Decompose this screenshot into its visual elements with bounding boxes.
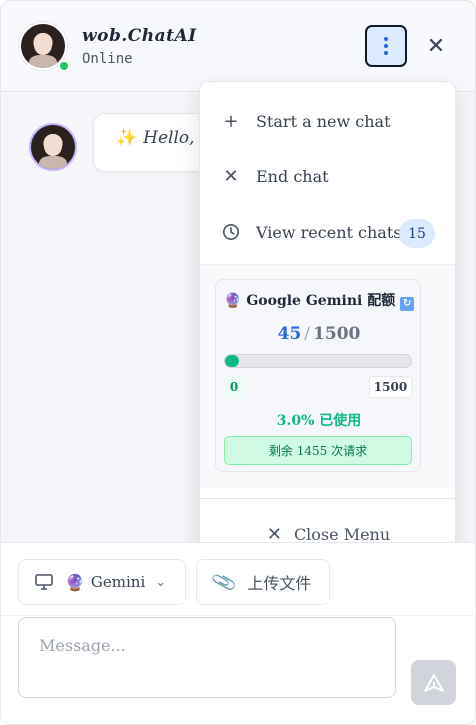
recent-chats-count-badge: 15 (399, 219, 435, 248)
model-selector-label: Gemini (90, 573, 146, 591)
quota-percent-used: 3.0% 已使用 (276, 413, 362, 429)
toolbar-divider (1, 615, 475, 616)
quota-section: 🔮 Google Gemini 配额 ↻ 45/1500 0 1500 3.0%… (200, 264, 455, 489)
monitor-icon (35, 574, 53, 590)
online-indicator (58, 60, 70, 72)
upload-file-button[interactable]: 📎 上传文件 (196, 559, 330, 605)
status-text: Online (82, 51, 133, 67)
quota-title: 🔮 Google Gemini 配额 ↻ (224, 290, 415, 311)
close-icon: ✕ (223, 165, 239, 187)
upload-file-label: 上传文件 (247, 574, 312, 593)
quota-remaining-badge: 剩余 1455 次请求 (224, 436, 412, 465)
message-text: Hello, (143, 128, 195, 148)
chat-header: wob.ChatAI Online ✕ (1, 1, 475, 92)
options-menu: + Start a new chat ✕ End chat View recen… (199, 81, 456, 565)
plus-icon: + (223, 110, 239, 132)
clock-icon (222, 223, 240, 241)
menu-divider (200, 498, 455, 499)
refresh-icon[interactable]: ↻ (400, 297, 415, 311)
crystal-ball-icon: 🔮 (224, 293, 242, 309)
model-selector[interactable]: 🔮 Gemini ⌄ (18, 559, 186, 605)
chevron-down-icon: ⌄ (155, 574, 167, 590)
send-icon (423, 673, 444, 692)
quota-usage-count: 45/1500 (277, 324, 361, 344)
quota-progress-fill (225, 355, 239, 367)
close-menu-label: Close Menu (293, 524, 391, 544)
send-button[interactable] (411, 660, 456, 705)
close-window-button[interactable]: ✕ (421, 31, 451, 61)
composer-area: 🔮 Gemini ⌄ 📎 上传文件 (1, 542, 475, 724)
vertical-dots-icon (384, 37, 388, 55)
menu-item-recent-chats[interactable]: View recent chats 15 (200, 206, 455, 258)
menu-item-new-chat[interactable]: + Start a new chat (200, 95, 455, 147)
menu-item-label: End chat (256, 166, 329, 186)
quota-min-label: 0 (224, 376, 244, 398)
app-title: wob.ChatAI (82, 26, 197, 46)
message-input[interactable] (18, 617, 396, 698)
sparkles-icon: ✨ (116, 128, 138, 148)
close-icon: ✕ (426, 33, 446, 59)
message-avatar (29, 123, 77, 171)
chat-window: wob.ChatAI Online ✕ ✨ Hello, + Start a ne… (0, 0, 476, 725)
quota-max-label: 1500 (369, 376, 412, 398)
menu-item-end-chat[interactable]: ✕ End chat (200, 150, 455, 202)
menu-item-label: Start a new chat (256, 111, 391, 131)
menu-item-label: View recent chats (256, 222, 402, 242)
crystal-ball-icon: 🔮 (65, 572, 85, 592)
quota-progress-bar (224, 354, 412, 368)
quota-card: 🔮 Google Gemini 配额 ↻ 45/1500 0 1500 3.0%… (215, 279, 421, 472)
paperclip-icon: 📎 (210, 568, 239, 596)
menu-button[interactable] (365, 25, 407, 67)
